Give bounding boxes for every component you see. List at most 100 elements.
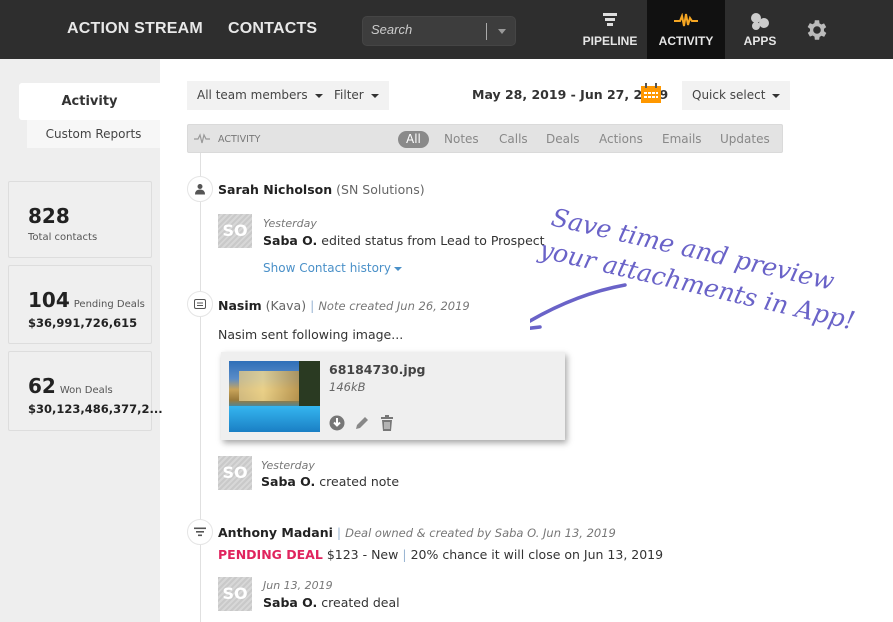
entry-action: created note: [319, 474, 400, 489]
stat-number-row: 104 Pending Deals: [28, 288, 145, 312]
attachment-thumbnail[interactable]: [229, 361, 320, 432]
stat-label: Total contacts: [28, 232, 98, 243]
team-members-label: All team members: [197, 88, 308, 102]
tab-pipeline[interactable]: PIPELINE: [573, 0, 647, 59]
separator: |: [310, 298, 315, 313]
filter-label: Filter: [334, 88, 364, 102]
deal-icon-circle: [187, 519, 213, 545]
link-label: Show Contact history: [263, 261, 391, 275]
filter-tab-actions[interactable]: Actions: [599, 131, 643, 148]
note-body: Nasim sent following image...: [218, 327, 404, 342]
avatar: SO: [218, 456, 252, 490]
contact-name[interactable]: Nasim: [218, 298, 262, 313]
chevron-down-icon: [772, 93, 781, 98]
date-range[interactable]: May 28, 2019 - Jun 27, 2019: [472, 87, 668, 102]
stat-number: 104: [28, 288, 70, 312]
stat-label: Won Deals: [59, 385, 113, 396]
filter-tab-deals[interactable]: Deals: [546, 131, 580, 148]
deal-status-badge: PENDING DEAL: [218, 547, 323, 562]
search-dropdown-caret-icon[interactable]: [498, 29, 506, 34]
filter-tab-updates[interactable]: Updates: [720, 131, 770, 148]
chevron-down-icon: [393, 266, 402, 271]
tab-apps[interactable]: APPS: [725, 0, 795, 59]
entry-text: Saba O. edited status from Lead to Prosp…: [263, 233, 545, 248]
filter-tab-emails[interactable]: Emails: [662, 131, 702, 148]
stat-won-deals[interactable]: 62 Won Deals $30,123,486,377,2...: [8, 351, 163, 431]
stat-number: 62: [28, 374, 56, 398]
search-input[interactable]: [371, 22, 486, 37]
stat-pending-deals[interactable]: 104 Pending Deals $36,991,726,615: [8, 265, 152, 344]
stat-label: Pending Deals: [73, 299, 145, 310]
trash-icon[interactable]: [380, 415, 394, 431]
entry-time: Yesterday: [263, 217, 317, 230]
attachment-card[interactable]: 68184730.jpg 146kB: [221, 352, 565, 440]
feed-item-header: Sarah Nicholson (SN Solutions): [218, 182, 425, 197]
filter-tab-calls[interactable]: Calls: [499, 131, 528, 148]
deal-summary: PENDING DEAL $123 - New | 20% chance it wi…: [218, 547, 663, 562]
feed-item-header: Nasim (Kava) | Note created Jun 26, 2019: [218, 298, 470, 313]
top-navigation-bar: ACTION STREAM CONTACTS PIPELINE ACTIVITY…: [0, 0, 893, 59]
tab-activity[interactable]: ACTIVITY: [647, 0, 725, 59]
contact-company: (Kava): [265, 298, 307, 313]
entry-user: Saba O.: [261, 474, 316, 489]
note-icon: [194, 299, 206, 309]
note-icon-circle: [187, 291, 213, 317]
filter-tab-notes[interactable]: Notes: [444, 131, 479, 148]
filter-tab-all[interactable]: All: [398, 131, 429, 148]
avatar: SO: [218, 577, 252, 611]
sidebar-tab-custom-reports[interactable]: Custom Reports: [27, 120, 160, 148]
calendar-icon[interactable]: [641, 83, 661, 103]
sidebar: Activity Custom Reports 828 Total contac…: [0, 59, 163, 622]
download-icon[interactable]: [329, 415, 345, 431]
nav-contacts[interactable]: CONTACTS: [228, 20, 317, 38]
entry-user: Saba O.: [263, 595, 318, 610]
stat-number-row: 62 Won Deals: [28, 374, 113, 398]
quick-select-label: Quick select: [692, 88, 766, 102]
pulse-icon: [194, 133, 210, 144]
entry-time: Yesterday: [261, 459, 315, 472]
contact-company: (SN Solutions): [336, 182, 425, 197]
contact-name[interactable]: Anthony Madani: [218, 525, 333, 540]
separator: |: [402, 547, 407, 562]
stat-total-contacts[interactable]: 828 Total contacts: [8, 181, 152, 258]
entry-action: created deal: [321, 595, 400, 610]
nav-action-stream[interactable]: ACTION STREAM: [67, 20, 203, 38]
tab-apps-label: APPS: [743, 34, 777, 48]
contact-icon-circle: [187, 176, 213, 202]
pulse-icon: [674, 13, 698, 27]
funnel-icon: [603, 13, 617, 26]
separator: |: [336, 525, 342, 540]
team-members-dropdown[interactable]: All team members: [187, 81, 333, 110]
timeline-line: [200, 153, 201, 622]
show-contact-history-link[interactable]: Show Contact history: [263, 261, 402, 275]
attachment-filename[interactable]: 68184730.jpg: [329, 362, 426, 377]
stat-amount: $30,123,486,377,2...: [28, 402, 163, 416]
note-meta: Note created Jun 26, 2019: [318, 299, 470, 313]
search-box: [362, 16, 516, 46]
search-divider: [486, 23, 487, 40]
tab-activity-label: ACTIVITY: [658, 34, 714, 48]
filter-dropdown[interactable]: Filter: [324, 81, 389, 110]
contact-name[interactable]: Sarah Nicholson: [218, 182, 332, 197]
apps-icon: [751, 13, 769, 30]
person-icon: [195, 184, 205, 195]
gear-icon[interactable]: [804, 17, 830, 43]
chevron-down-icon: [370, 93, 379, 98]
entry-text: Saba O. created note: [261, 474, 399, 489]
deal-meta: Deal owned & created by Saba O. Jun 13, …: [345, 526, 616, 540]
entry-time: Jun 13, 2019: [263, 579, 333, 592]
entry-action: edited status from Lead to Prospect: [321, 233, 545, 248]
chevron-down-icon: [314, 93, 323, 98]
avatar: SO: [218, 214, 252, 248]
sidebar-tab-activity[interactable]: Activity: [19, 83, 160, 120]
deal-value: $123 - New: [326, 547, 399, 562]
attachment-size: 146kB: [329, 380, 366, 394]
activity-filter-bar: ACTIVITY All Notes Calls Deals Actions E…: [187, 124, 783, 153]
quick-select-dropdown[interactable]: Quick select: [682, 81, 791, 110]
entry-text: Saba O. created deal: [263, 595, 400, 610]
stat-number: 828: [28, 204, 70, 228]
promo-annotation: Save time and preview your attachments i…: [530, 203, 858, 335]
edit-pencil-icon[interactable]: [354, 415, 370, 431]
feed-item-header: Anthony Madani | Deal owned & created by S…: [218, 525, 616, 540]
stat-amount: $36,991,726,615: [28, 316, 138, 330]
